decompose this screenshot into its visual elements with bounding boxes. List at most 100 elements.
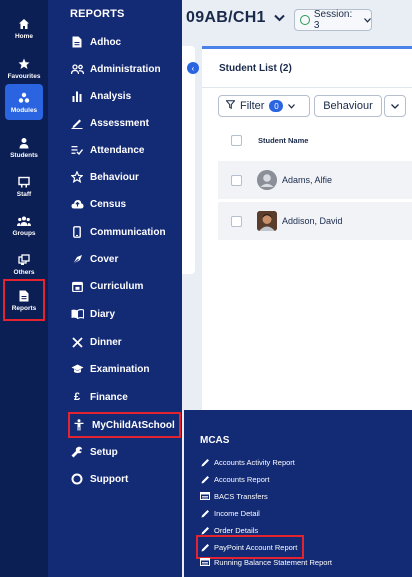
pencil-icon (200, 526, 210, 535)
behaviour-dropdown-button[interactable] (384, 95, 406, 117)
table-row[interactable]: Adams, Alfie (218, 161, 412, 199)
reports-item-analysis[interactable]: Analysis (70, 87, 131, 105)
reports-item-cover[interactable]: Cover (70, 250, 118, 268)
row-checkbox[interactable] (231, 215, 242, 227)
reports-item-label: Census (90, 198, 127, 210)
reports-item-administration[interactable]: Administration (70, 60, 161, 78)
column-header-student-name[interactable]: Student Name (258, 136, 308, 145)
document-icon (70, 36, 84, 48)
reports-item-assessment[interactable]: Assessment (70, 114, 149, 132)
chevron-down-icon (391, 101, 399, 112)
reports-item-label: Diary (90, 308, 116, 320)
reports-item-label: Support (90, 473, 129, 485)
pencil-icon (200, 509, 210, 518)
rail-item-students[interactable]: Students (2, 129, 46, 165)
checklist-icon (70, 144, 84, 156)
reports-item-label: Adhoc (90, 36, 122, 48)
mcas-item-accounts-activity-report[interactable]: Accounts Activity Report (200, 455, 295, 469)
reports-item-label: Behaviour (90, 171, 139, 183)
rail-item-reports[interactable]: Reports (3, 279, 45, 321)
reports-icon (16, 289, 32, 303)
rail-label: Staff (16, 190, 32, 198)
session-dropdown[interactable]: Session: 3 (294, 9, 372, 31)
mcas-item-income-detail[interactable]: Income Detail (200, 506, 260, 520)
star-icon (16, 57, 32, 71)
rail-item-staff[interactable]: Staff (2, 168, 46, 204)
reports-item-behaviour[interactable]: Behaviour (70, 168, 139, 186)
filter-icon (225, 100, 236, 112)
table-row[interactable]: Addison, David (218, 202, 412, 240)
star-outline-icon (70, 171, 84, 183)
others-icon (16, 253, 32, 267)
behaviour-button[interactable]: Behaviour (314, 95, 382, 117)
mcas-item-bacs-transfers[interactable]: BACS Transfers (200, 489, 268, 503)
nav-rail: Home Favourites Modules Students Staff G… (0, 0, 48, 577)
table-icon (200, 558, 210, 567)
pound-icon: £ (73, 391, 81, 403)
reports-item-dinner[interactable]: Dinner (70, 333, 122, 351)
reports-item-label: MyChildAtSchool (92, 419, 175, 431)
rail-label: Home (14, 32, 34, 40)
rail-item-others[interactable]: Others (2, 246, 46, 282)
filter-count-badge: 0 (269, 100, 284, 112)
rail-item-groups[interactable]: Groups (2, 207, 46, 243)
bar-chart-icon (70, 90, 84, 102)
mcas-item-label: Running Balance Statement Report (214, 557, 332, 567)
side-panel-edge (182, 46, 195, 274)
rail-label: Reports (11, 304, 37, 312)
reports-item-label: Setup (90, 446, 118, 458)
row-checkbox[interactable] (231, 174, 242, 186)
mcas-title: MCAS (200, 435, 230, 446)
rail-item-home[interactable]: Home (2, 10, 46, 46)
rail-label: Favourites (7, 72, 41, 80)
select-all-checkbox[interactable] (231, 134, 242, 146)
reports-item-communication[interactable]: Communication (70, 223, 166, 241)
reports-item-curriculum[interactable]: Curriculum (70, 277, 143, 295)
reports-item-examination[interactable]: Examination (70, 360, 149, 378)
rail-item-modules[interactable]: Modules (5, 84, 43, 120)
reports-item-census[interactable]: Census (70, 195, 126, 213)
chevron-down-icon (288, 100, 296, 112)
rail-label: Others (13, 268, 35, 276)
reports-item-support[interactable]: Support (70, 470, 128, 488)
reports-item-finance[interactable]: £ Finance (70, 388, 128, 406)
home-icon (16, 17, 32, 31)
mcas-item-label: Order Details (214, 525, 259, 535)
mcas-item-paypoint-account-report[interactable]: PayPoint Account Report (195, 535, 305, 559)
groups-icon (16, 214, 32, 228)
student-name[interactable]: Adams, Alfie (282, 175, 332, 185)
pencil-icon (200, 475, 210, 484)
rail-item-favourites[interactable]: Favourites (2, 50, 46, 86)
mcas-item-running-balance-statement-report[interactable]: Running Balance Statement Report (200, 555, 332, 569)
reports-item-label: Examination (90, 363, 150, 375)
support-icon (70, 473, 84, 485)
reports-item-attendance[interactable]: Attendance (70, 141, 144, 159)
student-name[interactable]: Addison, David (282, 216, 343, 226)
reports-item-label: Curriculum (90, 280, 144, 292)
pencil-icon (200, 458, 210, 467)
reports-item-setup[interactable]: Setup (70, 443, 118, 461)
reports-item-diary[interactable]: Diary (70, 305, 115, 323)
wrench-icon (70, 446, 84, 458)
filter-button[interactable]: Filter 0 (218, 95, 310, 117)
student-list-title: Student List (2) (219, 63, 292, 74)
mcas-item-label: Accounts Activity Report (214, 457, 295, 467)
reports-item-label: Administration (90, 63, 161, 75)
reports-item-adhoc[interactable]: Adhoc (70, 33, 121, 51)
reports-item-mychildatschool[interactable]: MyChildAtSchool (68, 412, 181, 438)
mcas-panel: MCAS Accounts Activity Report Accounts R… (184, 410, 412, 577)
class-title[interactable]: 09AB/CH1 (186, 9, 285, 27)
avatar (257, 211, 277, 231)
mcas-item-accounts-report[interactable]: Accounts Report (200, 472, 269, 486)
calendar-icon (70, 280, 84, 292)
reports-item-label: Analysis (90, 90, 132, 102)
cutlery-icon (70, 336, 84, 348)
avatar (257, 170, 277, 190)
collapse-chevron-icon[interactable]: ‹ (187, 62, 199, 74)
reports-title: REPORTS (70, 8, 125, 20)
divider (202, 87, 412, 88)
reports-item-label: Assessment (90, 117, 149, 129)
table-icon (200, 492, 210, 501)
mcas-item-order-details[interactable]: Order Details (200, 523, 258, 537)
mcas-item-label: Accounts Report (214, 474, 270, 484)
